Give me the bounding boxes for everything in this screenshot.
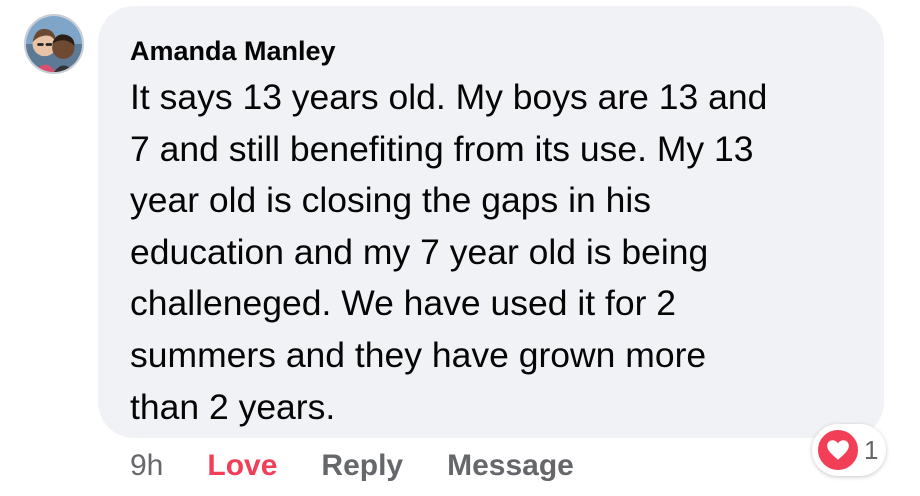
- profile-photo-icon: [26, 16, 82, 72]
- reaction-count: 1: [864, 434, 879, 465]
- reply-button[interactable]: Reply: [321, 449, 403, 483]
- author-name[interactable]: Amanda Manley: [130, 34, 852, 68]
- comment: Amanda Manley It says 13 years old. My b…: [0, 0, 920, 496]
- comment-actions: 9h Love Reply Message: [130, 444, 574, 488]
- love-button[interactable]: Love: [207, 449, 277, 483]
- comment-text: It says 13 years old. My boys are 13 and…: [130, 77, 768, 427]
- reaction-summary[interactable]: 1: [812, 424, 887, 476]
- heart-reaction-icon: [816, 428, 860, 472]
- heart-icon: [827, 440, 849, 460]
- message-button[interactable]: Message: [447, 449, 574, 483]
- comment-bubble: Amanda Manley It says 13 years old. My b…: [98, 6, 884, 438]
- timestamp[interactable]: 9h: [130, 449, 163, 483]
- author-avatar[interactable]: [24, 14, 84, 74]
